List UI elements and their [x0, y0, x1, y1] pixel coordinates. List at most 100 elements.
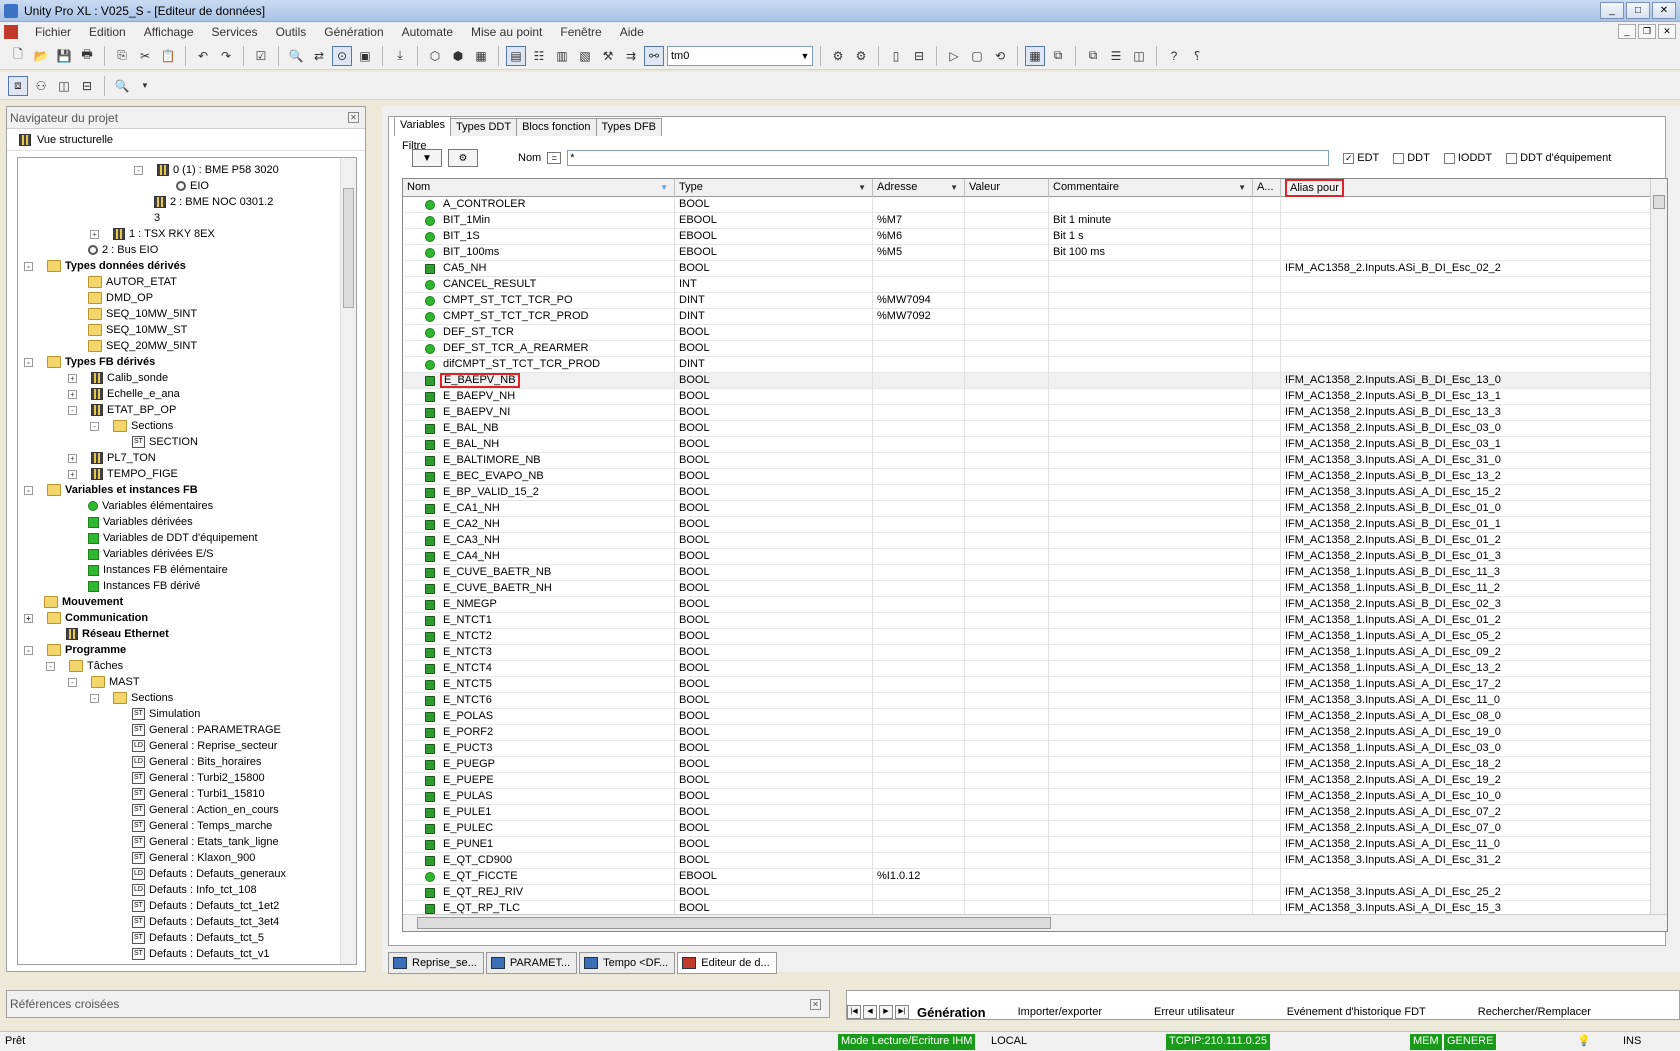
- cell-type[interactable]: BOOL: [675, 341, 873, 357]
- cell-comment[interactable]: [1049, 661, 1253, 677]
- cell-alias[interactable]: IFM_AC1358_2.Inputs.ASi_A_DI_Esc_10_0: [1281, 789, 1651, 805]
- table-row[interactable]: BIT_1S EBOOL %M6 Bit 1 s: [403, 229, 1651, 245]
- tree-node[interactable]: ST Defauts : Defauts_tct_3et4: [132, 914, 279, 930]
- cell-addr[interactable]: [873, 533, 965, 549]
- tree-node[interactable]: ST General : Action_en_cours: [132, 802, 279, 818]
- collapse-icon[interactable]: -: [90, 693, 99, 703]
- tree-node[interactable]: AUTOR_ETAT: [88, 274, 177, 290]
- screen-icon[interactable]: ▣: [355, 46, 375, 66]
- cell-a[interactable]: [1253, 373, 1281, 389]
- cell-type[interactable]: BOOL: [675, 709, 873, 725]
- cell-type[interactable]: EBOOL: [675, 229, 873, 245]
- cell-val[interactable]: [965, 485, 1049, 501]
- cell-type[interactable]: BOOL: [675, 389, 873, 405]
- cell-comment[interactable]: [1049, 325, 1253, 341]
- cell-name[interactable]: BIT_1Min: [403, 213, 675, 229]
- cell-comment[interactable]: [1049, 437, 1253, 453]
- document-icon[interactable]: [4, 25, 18, 39]
- plc-icon[interactable]: ▯: [886, 46, 906, 66]
- cell-val[interactable]: [965, 197, 1049, 213]
- table-row[interactable]: E_BEC_EVAPO_NB BOOL IFM_AC1358_2.Inputs.AS…: [403, 469, 1651, 485]
- collapse-icon[interactable]: -: [24, 261, 33, 271]
- cell-alias[interactable]: IFM_AC1358_2.Inputs.ASi_A_DI_Esc_19_2: [1281, 773, 1651, 789]
- cell-comment[interactable]: [1049, 277, 1253, 293]
- table-row[interactable]: E_PULEC BOOL IFM_AC1358_2.Inputs.ASi_A_DI_…: [403, 821, 1651, 837]
- cell-val[interactable]: [965, 309, 1049, 325]
- tree-node[interactable]: ST General : Turbi2_15800: [132, 770, 265, 786]
- menu-item[interactable]: Edition: [80, 25, 135, 39]
- collapse-icon[interactable]: -: [134, 165, 143, 175]
- cell-a[interactable]: [1253, 741, 1281, 757]
- cell-addr[interactable]: [873, 773, 965, 789]
- cell-alias[interactable]: [1281, 325, 1651, 341]
- save-icon[interactable]: 💾: [54, 46, 74, 66]
- cell-comment[interactable]: [1049, 597, 1253, 613]
- cell-alias[interactable]: IFM_AC1358_2.Inputs.ASi_A_DI_Esc_11_0: [1281, 837, 1651, 853]
- cell-alias[interactable]: IFM_AC1358_3.Inputs.ASi_A_DI_Esc_31_2: [1281, 853, 1651, 869]
- cell-addr[interactable]: [873, 757, 965, 773]
- tree-node[interactable]: ST General : Temps_marche: [132, 818, 272, 834]
- cell-val[interactable]: [965, 357, 1049, 373]
- grid-vertical-scrollbar[interactable]: [1650, 179, 1667, 915]
- help-icon[interactable]: ?: [1164, 46, 1184, 66]
- cell-alias[interactable]: [1281, 357, 1651, 373]
- zoom-icon[interactable]: 🔍: [112, 76, 132, 96]
- menu-item[interactable]: Génération: [315, 25, 392, 39]
- cell-addr[interactable]: %MW7092: [873, 309, 965, 325]
- cell-type[interactable]: BOOL: [675, 549, 873, 565]
- tree-node[interactable]: ST General : Turbi1_15810: [132, 786, 265, 802]
- cell-val[interactable]: [965, 517, 1049, 533]
- cell-addr[interactable]: [873, 597, 965, 613]
- expand-icon[interactable]: +: [68, 469, 77, 479]
- tree-node[interactable]: ST SECTION: [132, 434, 198, 450]
- cell-comment[interactable]: Bit 100 ms: [1049, 245, 1253, 261]
- mdi-minimize-button[interactable]: _: [1618, 24, 1636, 39]
- context-help-icon[interactable]: ⸮: [1187, 46, 1207, 66]
- cell-a[interactable]: [1253, 805, 1281, 821]
- cell-type[interactable]: BOOL: [675, 517, 873, 533]
- cell-a[interactable]: [1253, 645, 1281, 661]
- cell-addr[interactable]: [873, 693, 965, 709]
- expand-icon[interactable]: +: [24, 613, 33, 623]
- structural-view-label[interactable]: Vue structurelle: [37, 134, 113, 146]
- cell-alias[interactable]: IFM_AC1358_1.Inputs.ASi_A_DI_Esc_09_2: [1281, 645, 1651, 661]
- collapse-icon[interactable]: -: [24, 645, 33, 655]
- tree-node[interactable]: ST Defauts : Defauts_tct_5: [132, 930, 264, 946]
- cell-a[interactable]: [1253, 885, 1281, 901]
- table-row[interactable]: E_PULAS BOOL IFM_AC1358_2.Inputs.ASi_A_DI_…: [403, 789, 1651, 805]
- cell-val[interactable]: [965, 325, 1049, 341]
- cell-name[interactable]: E_PULAS: [403, 789, 675, 805]
- tree-node[interactable]: DMD_OP: [88, 290, 153, 306]
- table-row[interactable]: difCMPT_ST_TCT_TCR_PROD DINT: [403, 357, 1651, 373]
- cell-alias[interactable]: IFM_AC1358_2.Inputs.ASi_B_DI_Esc_13_2: [1281, 469, 1651, 485]
- table-row[interactable]: E_QT_FICCTE EBOOL %I1.0.12: [403, 869, 1651, 885]
- cell-val[interactable]: [965, 549, 1049, 565]
- tree-node[interactable]: - Variables et instances FB: [24, 482, 198, 498]
- cell-addr[interactable]: [873, 645, 965, 661]
- cell-addr[interactable]: [873, 437, 965, 453]
- cell-alias[interactable]: IFM_AC1358_1.Inputs.ASi_A_DI_Esc_13_2: [1281, 661, 1651, 677]
- calendar-icon[interactable]: ▦: [471, 46, 491, 66]
- cell-name[interactable]: CMPT_ST_TCT_TCR_PO: [403, 293, 675, 309]
- last-tab-icon[interactable]: ▶|: [895, 1005, 909, 1019]
- cell-val[interactable]: [965, 405, 1049, 421]
- rebuild-icon[interactable]: ⚙: [851, 46, 871, 66]
- cell-addr[interactable]: %M7: [873, 213, 965, 229]
- cell-val[interactable]: [965, 741, 1049, 757]
- cell-alias[interactable]: [1281, 309, 1651, 325]
- tree-node[interactable]: - 0 (1) : BME P58 3020: [134, 162, 279, 178]
- cell-a[interactable]: [1253, 245, 1281, 261]
- tree-node[interactable]: ST General : Klaxon_900: [132, 850, 255, 866]
- chevron-down-icon[interactable]: ▼: [950, 179, 958, 196]
- cell-a[interactable]: [1253, 309, 1281, 325]
- cell-addr[interactable]: [873, 325, 965, 341]
- cell-comment[interactable]: [1049, 837, 1253, 853]
- table-row[interactable]: CA5_NH BOOL IFM_AC1358_2.Inputs.ASi_B_DI_E…: [403, 261, 1651, 277]
- filter-eq-button[interactable]: =: [547, 152, 562, 164]
- menu-item[interactable]: Services: [203, 25, 267, 39]
- cell-val[interactable]: [965, 597, 1049, 613]
- cell-name[interactable]: E_CUVE_BAETR_NH: [403, 581, 675, 597]
- cell-alias[interactable]: IFM_AC1358_3.Inputs.ASi_A_DI_Esc_31_0: [1281, 453, 1651, 469]
- checkbox-icon[interactable]: [1393, 152, 1405, 164]
- cell-name[interactable]: CA5_NH: [403, 261, 675, 277]
